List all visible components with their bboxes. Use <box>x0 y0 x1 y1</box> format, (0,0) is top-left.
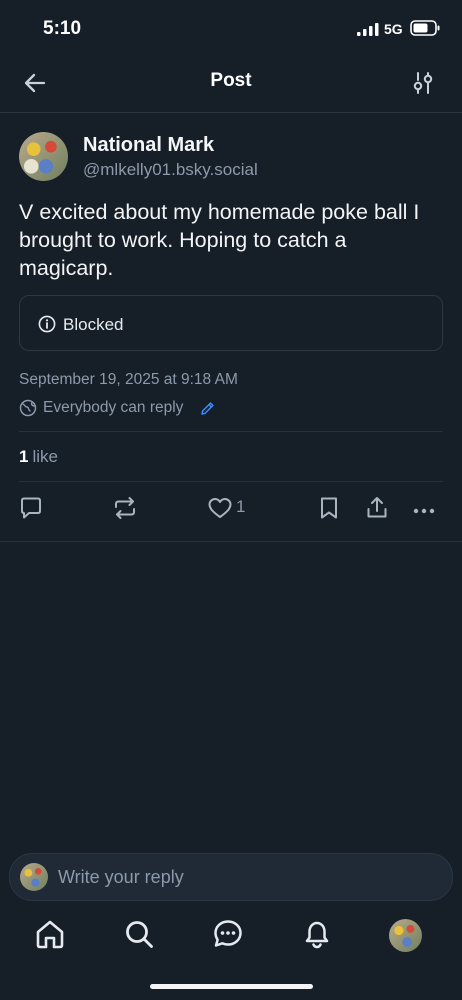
status-time: 5:10 <box>43 18 82 39</box>
likes-summary[interactable]: 1 like <box>19 447 58 467</box>
author-handle[interactable]: @mlkelly01.bsky.social <box>83 160 258 180</box>
composer-avatar <box>20 863 48 891</box>
post-timestamp: September 19, 2025 at 9:18 AM <box>19 371 238 388</box>
info-icon <box>38 315 56 333</box>
likes-count: 1 <box>19 447 29 466</box>
top-nav: Post <box>0 58 462 113</box>
globe-icon <box>19 399 37 417</box>
likes-word: like <box>32 447 58 466</box>
author-name[interactable]: National Mark <box>83 134 214 157</box>
post-actions: 1 <box>0 495 462 527</box>
page-title: Post <box>210 70 252 91</box>
repost-icon[interactable] <box>112 495 138 521</box>
status-bar: 5:10 5G <box>0 0 462 58</box>
author-avatar[interactable] <box>19 132 68 181</box>
profile-avatar[interactable] <box>389 919 422 952</box>
blocked-label: Blocked <box>63 315 124 334</box>
home-indicator <box>150 984 313 989</box>
action-like-count: 1 <box>236 497 246 516</box>
divider <box>0 541 462 542</box>
home-icon[interactable] <box>34 918 66 950</box>
blocked-embed: Blocked <box>19 295 443 351</box>
network-type: 5G <box>384 21 403 37</box>
more-icon[interactable] <box>411 495 437 521</box>
divider <box>19 481 443 482</box>
bookmark-icon[interactable] <box>316 495 342 521</box>
divider <box>19 431 443 432</box>
battery-icon <box>410 20 440 36</box>
post-text: V excited about my homemade poke ball I … <box>19 200 420 280</box>
signal-icon <box>357 23 379 36</box>
share-icon[interactable] <box>364 495 390 521</box>
search-icon[interactable] <box>123 918 155 950</box>
chat-icon[interactable] <box>212 918 244 950</box>
reply-icon[interactable] <box>18 495 44 521</box>
reply-composer[interactable]: Write your reply <box>9 853 453 901</box>
bottom-tab-bar <box>0 910 462 966</box>
bell-icon[interactable] <box>301 918 333 950</box>
filter-sliders-icon[interactable] <box>412 71 434 95</box>
reply-setting-label: Everybody can reply <box>43 399 184 416</box>
pencil-icon[interactable] <box>200 401 215 416</box>
reply-placeholder[interactable]: Write your reply <box>58 867 184 888</box>
heart-icon[interactable] <box>207 495 233 521</box>
post-screen: 5:10 5G Post National Mark @mlkelly01.bs… <box>0 0 462 1000</box>
